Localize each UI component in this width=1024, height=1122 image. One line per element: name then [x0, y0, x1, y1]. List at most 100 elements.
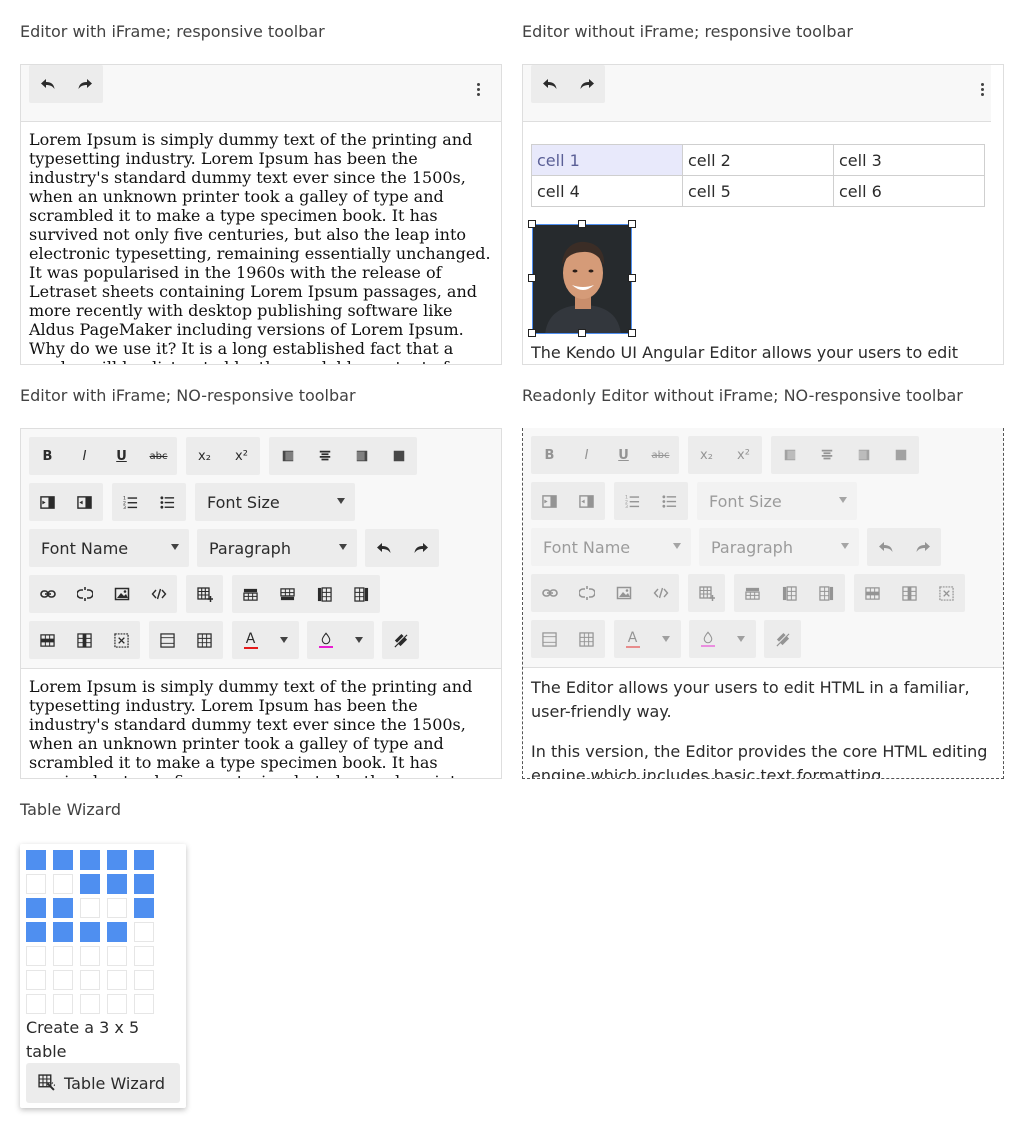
grid-cell[interactable]	[134, 898, 154, 918]
link-button[interactable]	[29, 575, 66, 613]
font-size-dropdown[interactable]: Font Size	[195, 483, 355, 521]
undo-button[interactable]	[531, 65, 568, 103]
grid-cell[interactable]	[134, 874, 154, 894]
grid-cell[interactable]	[80, 994, 100, 1014]
merge-cells-button[interactable]	[149, 621, 186, 659]
delete-row-button[interactable]	[29, 621, 66, 659]
grid-cell[interactable]	[80, 970, 100, 990]
unordered-list-button[interactable]	[149, 483, 186, 521]
align-left-button[interactable]	[269, 437, 306, 475]
grid-cell[interactable]	[107, 994, 127, 1014]
grid-cell[interactable]	[80, 922, 100, 942]
superscript-button[interactable]: x²	[223, 437, 260, 475]
redo-button[interactable]	[66, 65, 103, 103]
resize-handle[interactable]	[528, 329, 536, 337]
background-color-arrow[interactable]	[344, 621, 374, 659]
indent-button[interactable]	[29, 483, 66, 521]
grid-cell[interactable]	[107, 874, 127, 894]
table-cell[interactable]: cell 6	[833, 175, 985, 207]
background-color-picker[interactable]	[307, 621, 374, 659]
add-column-before-button[interactable]	[306, 575, 343, 613]
resize-handle[interactable]	[528, 220, 536, 228]
add-row-below-button[interactable]	[269, 575, 306, 613]
insert-table-button[interactable]	[186, 575, 223, 613]
grid-cell[interactable]	[53, 850, 73, 870]
align-center-button[interactable]	[306, 437, 343, 475]
grid-cell[interactable]	[53, 898, 73, 918]
align-justify-button[interactable]	[380, 437, 417, 475]
grid-cell[interactable]	[53, 874, 73, 894]
italic-button[interactable]: I	[66, 437, 103, 475]
grid-cell[interactable]	[26, 850, 46, 870]
resize-handle[interactable]	[628, 220, 636, 228]
delete-table-button[interactable]	[103, 621, 140, 659]
selected-image[interactable]	[532, 224, 632, 334]
table-cell[interactable]: cell 2	[682, 144, 834, 176]
redo-button[interactable]	[568, 65, 605, 103]
grid-cell[interactable]	[107, 922, 127, 942]
grid-cell[interactable]	[26, 874, 46, 894]
undo-button[interactable]	[365, 529, 402, 567]
grid-cell[interactable]	[26, 922, 46, 942]
align-right-button[interactable]	[343, 437, 380, 475]
bold-button[interactable]: B	[29, 437, 66, 475]
editor-paragraph[interactable]: The Kendo UI Angular Editor allows your …	[531, 341, 997, 364]
grid-cell[interactable]	[53, 994, 73, 1014]
grid-cell[interactable]	[107, 850, 127, 870]
table-wizard-button[interactable]: Table Wizard	[26, 1063, 180, 1103]
grid-cell[interactable]	[134, 970, 154, 990]
font-color-button[interactable]: A	[232, 621, 269, 659]
grid-cell[interactable]	[80, 874, 100, 894]
resize-handle[interactable]	[528, 274, 536, 282]
grid-cell[interactable]	[134, 922, 154, 942]
delete-column-button[interactable]	[66, 621, 103, 659]
resize-handle[interactable]	[578, 329, 586, 337]
grid-cell[interactable]	[80, 850, 100, 870]
add-column-after-button[interactable]	[343, 575, 380, 613]
image-button[interactable]	[103, 575, 140, 613]
editor-content[interactable]: Lorem Ipsum is simply dummy text of the …	[21, 669, 501, 778]
grid-cell[interactable]	[26, 946, 46, 966]
redo-button[interactable]	[402, 529, 439, 567]
underline-button[interactable]: U	[103, 437, 140, 475]
unlink-button[interactable]	[66, 575, 103, 613]
add-row-above-button[interactable]	[232, 575, 269, 613]
grid-cell[interactable]	[107, 898, 127, 918]
more-vertical-icon[interactable]	[981, 83, 985, 98]
grid-cell[interactable]	[53, 922, 73, 942]
view-source-button[interactable]	[140, 575, 177, 613]
font-color-picker[interactable]: A	[232, 621, 299, 659]
table-cell[interactable]: cell 4	[531, 175, 683, 207]
table-cell[interactable]: cell 3	[833, 144, 985, 176]
clear-format-button[interactable]	[382, 621, 419, 659]
resize-handle[interactable]	[628, 274, 636, 282]
undo-button[interactable]	[29, 65, 66, 103]
grid-cell[interactable]	[134, 850, 154, 870]
grid-cell[interactable]	[80, 946, 100, 966]
table-cell[interactable]: cell 5	[682, 175, 834, 207]
resize-handle[interactable]	[628, 329, 636, 337]
grid-cell[interactable]	[26, 994, 46, 1014]
grid-cell[interactable]	[26, 898, 46, 918]
split-cell-button[interactable]	[186, 621, 223, 659]
grid-cell[interactable]	[53, 970, 73, 990]
more-vertical-icon[interactable]	[477, 83, 481, 98]
resize-handle[interactable]	[578, 220, 586, 228]
grid-cell[interactable]	[107, 970, 127, 990]
subscript-button[interactable]: x₂	[186, 437, 223, 475]
paragraph-dropdown[interactable]: Paragraph	[197, 529, 357, 567]
grid-cell[interactable]	[134, 946, 154, 966]
grid-cell[interactable]	[107, 946, 127, 966]
table-cell[interactable]: cell 1	[531, 144, 683, 176]
grid-cell[interactable]	[80, 898, 100, 918]
outdent-button[interactable]	[66, 483, 103, 521]
grid-cell[interactable]	[53, 946, 73, 966]
grid-cell[interactable]	[134, 994, 154, 1014]
background-color-button[interactable]	[307, 621, 344, 659]
strikethrough-button[interactable]: abc	[140, 437, 177, 475]
editor-content[interactable]: Lorem Ipsum is simply dummy text of the …	[21, 122, 501, 364]
font-color-arrow[interactable]	[269, 621, 299, 659]
ordered-list-button[interactable]	[112, 483, 149, 521]
grid-cell[interactable]	[26, 970, 46, 990]
font-name-dropdown[interactable]: Font Name	[29, 529, 189, 567]
